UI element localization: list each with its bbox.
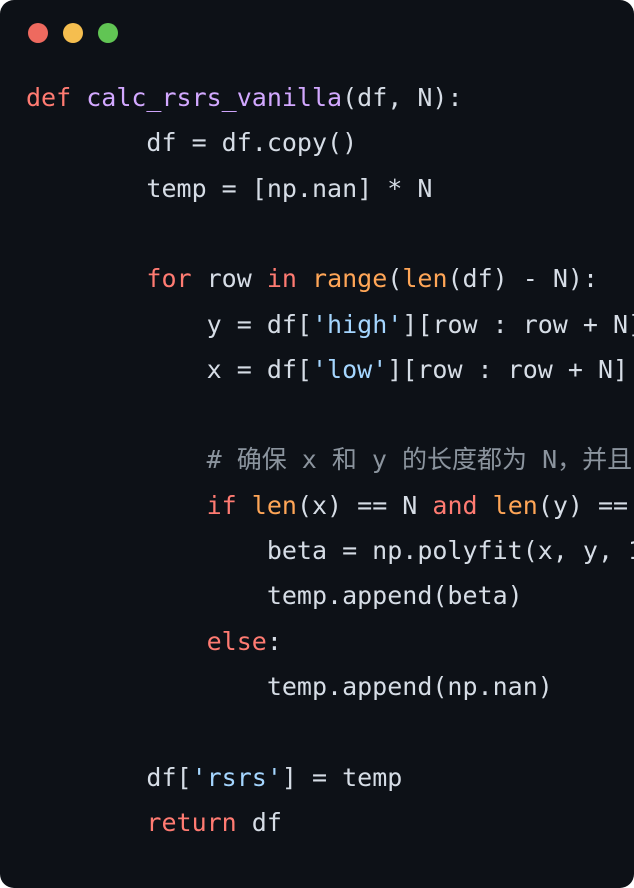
code-line: def calc_rsrs_vanilla(df, N): — [26, 83, 463, 113]
code-token: x = df[ — [26, 354, 312, 384]
code-token: temp.append(beta) — [26, 581, 523, 611]
code-line: for row in range(len(df) - N): — [26, 264, 598, 294]
code-line: y = df['high'][row : row + N] — [26, 310, 634, 340]
code-line: if len(x) == N and len(y) == N — [26, 491, 634, 521]
code-token: if — [206, 490, 237, 520]
code-token: 'low' — [311, 354, 388, 384]
code-line: else: — [26, 627, 282, 657]
code-token: (y) == N — [537, 490, 629, 520]
code-token: df — [236, 807, 282, 837]
code-token: 'high' — [311, 309, 403, 339]
code-line: x = df['low'][row : row + N] — [26, 355, 628, 385]
code-line: df['rsrs'] = temp — [26, 763, 402, 793]
code-token: ( — [387, 264, 403, 294]
code-token: 'rsrs' — [191, 762, 282, 792]
code-token: (df, N): — [342, 83, 463, 112]
code-token: for — [146, 264, 192, 294]
code-window: def calc_rsrs_vanilla(df, N): df = df.co… — [0, 0, 634, 888]
code-token: ][row : row + N] — [402, 309, 634, 339]
code-token: temp.append(np.nan) — [26, 671, 553, 701]
code-token: df[ — [26, 762, 192, 792]
code-token: df = df.copy() — [26, 128, 358, 158]
code-token: and — [432, 490, 478, 520]
code-token: beta = np.polyfit(x, y, 1) — [26, 536, 634, 565]
code-token: range — [312, 264, 388, 294]
code-token: ][row : row + N] — [387, 354, 629, 384]
code-token: len — [492, 490, 538, 520]
code-token: len — [402, 264, 448, 294]
code-line: df = df.copy() — [26, 128, 357, 158]
code-token: in — [266, 264, 297, 294]
code-token: return — [146, 807, 237, 837]
code-token: (x) == N — [296, 490, 433, 520]
code-token: : — [266, 626, 282, 656]
code-token: ] = temp — [281, 762, 403, 792]
code-line: beta = np.polyfit(x, y, 1) — [26, 536, 634, 566]
code-block: def calc_rsrs_vanilla(df, N): df = df.co… — [26, 0, 634, 888]
code-token: else — [206, 626, 267, 656]
code-token: y = df[ — [26, 309, 312, 339]
code-token: calc_rsrs_vanilla — [86, 83, 343, 112]
code-token: len — [251, 490, 297, 520]
code-token: (df) - N): — [447, 264, 599, 294]
code-token: def — [26, 83, 72, 112]
code-token: temp = [np.nan] * N — [26, 173, 433, 203]
code-token: row — [191, 264, 267, 294]
code-line: temp = [np.nan] * N — [26, 174, 432, 204]
code-line: temp.append(beta) — [26, 581, 523, 611]
code-line: return df — [26, 807, 282, 838]
code-line: # 确保 x 和 y 的长度都为 N，并且 — [26, 445, 633, 475]
code-token: # 确保 x 和 y 的长度都为 N，并且 — [26, 445, 633, 475]
code-line: temp.append(np.nan) — [26, 672, 553, 702]
